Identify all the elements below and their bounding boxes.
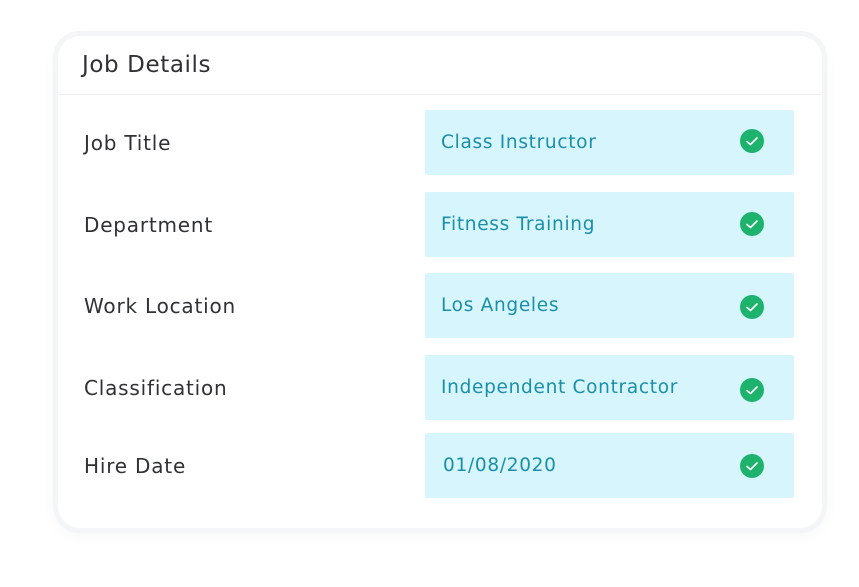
job-details-card: Job Details Job Title Class Instructor D…: [58, 36, 822, 528]
check-circle-icon: [740, 212, 764, 236]
hire-date-value: 01/08/2020: [443, 455, 557, 476]
check-circle-icon: [740, 295, 764, 319]
work-location-field[interactable]: Los Angeles: [425, 273, 794, 338]
check-circle-icon: [740, 454, 764, 478]
row-classification: Classification Independent Contractor: [58, 355, 822, 420]
department-value: Fitness Training: [441, 214, 596, 235]
card-header: Job Details: [58, 36, 822, 95]
classification-label: Classification: [84, 375, 228, 400]
row-hire-date: Hire Date 01/08/2020: [58, 433, 822, 498]
row-work-location: Work Location Los Angeles: [58, 273, 822, 338]
classification-value: Independent Contractor: [441, 377, 679, 398]
row-department: Department Fitness Training: [58, 192, 822, 257]
hire-date-field[interactable]: 01/08/2020: [425, 433, 794, 498]
department-field[interactable]: Fitness Training: [425, 192, 794, 257]
card-title: Job Details: [82, 52, 212, 78]
work-location-label: Work Location: [84, 293, 236, 318]
job-title-value: Class Instructor: [441, 132, 597, 153]
classification-field[interactable]: Independent Contractor: [425, 355, 794, 420]
hire-date-label: Hire Date: [84, 453, 187, 478]
row-job-title: Job Title Class Instructor: [58, 110, 822, 175]
check-circle-icon: [740, 129, 764, 153]
department-label: Department: [84, 212, 214, 237]
check-circle-icon: [740, 378, 764, 402]
job-title-field[interactable]: Class Instructor: [425, 110, 794, 175]
work-location-value: Los Angeles: [441, 295, 560, 316]
job-title-label: Job Title: [84, 130, 172, 155]
